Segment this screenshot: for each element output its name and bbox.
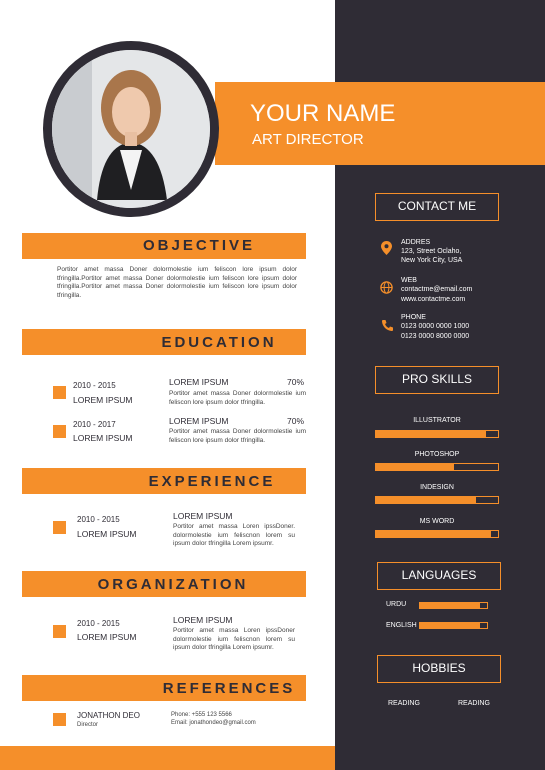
reference-bullet — [53, 713, 66, 726]
skill-name: MS WORD — [419, 518, 455, 525]
reference-email: Email: jonathondeo@gmail.com — [171, 720, 256, 726]
job-title: ART DIRECTOR — [252, 131, 364, 148]
skill-bar-fill — [376, 531, 491, 537]
hobby-item: READING — [458, 700, 490, 707]
footer-band — [0, 746, 335, 770]
skill-bar-fill — [376, 431, 486, 437]
experience-desc: Portitor amet massa Loren ipssDoner. dol… — [173, 523, 295, 547]
languages-heading: LANGUAGES — [377, 562, 501, 590]
skill-bar — [375, 496, 499, 504]
reference-role: Director — [77, 722, 99, 728]
skill-name: INDESIGN — [420, 484, 454, 491]
education-place: LOREM IPSUM — [73, 395, 133, 405]
education-percent: 70% — [287, 416, 305, 426]
organization-heading: ORGANIZATION — [97, 576, 249, 593]
phone-icon — [381, 319, 394, 337]
web-email: contactme@email.com — [401, 286, 473, 293]
language-bar-fill — [420, 603, 481, 608]
reference-phone: Phone: +555 123 5566 — [171, 712, 232, 718]
education-bullet — [53, 386, 66, 399]
education-bullet — [53, 425, 66, 438]
education-place: LOREM IPSUM — [73, 433, 133, 443]
education-desc: Portitor amet massa Doner dolormolestie … — [169, 390, 306, 406]
education-title: LOREM IPSUM — [169, 416, 229, 426]
language-name: ENGLISH — [386, 622, 417, 629]
profile-photo — [52, 50, 210, 208]
organization-desc: Portitor amet massa Loren ipssDoner dolo… — [173, 627, 295, 651]
address-line: New York City, USA — [401, 257, 463, 264]
organization-date: 2010 - 2015 — [77, 619, 120, 628]
education-percent: 70% — [287, 377, 305, 387]
location-pin-icon — [381, 241, 392, 260]
pro-skills-heading: PRO SKILLS — [375, 366, 499, 394]
education-date: 2010 - 2017 — [73, 420, 116, 429]
experience-heading: EXPERIENCE — [148, 473, 276, 490]
language-bar — [419, 622, 488, 629]
objective-text: Portitor amet massa Doner dolormolestie … — [57, 266, 297, 299]
organization-place: LOREM IPSUM — [77, 632, 137, 642]
contact-heading: CONTACT ME — [375, 193, 499, 221]
references-heading: REFERENCES — [162, 680, 296, 697]
education-title: LOREM IPSUM — [169, 377, 229, 387]
language-bar-fill — [420, 623, 481, 628]
language-bar — [419, 602, 488, 609]
phone-number: 0123 0000 8000 0000 — [401, 333, 470, 340]
experience-bullet — [53, 521, 66, 534]
globe-icon — [380, 281, 393, 299]
person-name: YOUR NAME — [250, 100, 396, 127]
experience-title: LOREM IPSUM — [173, 511, 233, 521]
skill-bar-fill — [376, 464, 455, 470]
education-heading: EDUCATION — [161, 334, 277, 351]
skill-name: PHOTOSHOP — [414, 451, 460, 458]
education-date: 2010 - 2015 — [73, 381, 116, 390]
organization-bullet — [53, 625, 66, 638]
skill-bar — [375, 530, 499, 538]
language-name: URDU — [386, 601, 407, 608]
skill-name: ILLUSTRATOR — [413, 417, 461, 424]
phone-number: 0123 0000 0000 1000 — [401, 323, 470, 330]
education-desc: Portitor amet massa Doner dolormolestie … — [169, 428, 306, 444]
organization-title: LOREM IPSUM — [173, 615, 233, 625]
hobby-item: READING — [388, 700, 420, 707]
objective-heading: OBJECTIVE — [142, 237, 256, 254]
hobbies-heading: HOBBIES — [377, 655, 501, 683]
reference-name: JONATHON DEO — [77, 711, 140, 720]
skill-bar-fill — [376, 497, 477, 503]
experience-date: 2010 - 2015 — [77, 515, 120, 524]
skill-bar — [375, 430, 499, 438]
experience-place: LOREM IPSUM — [77, 529, 137, 539]
skill-bar — [375, 463, 499, 471]
web-url: www.contactme.com — [401, 296, 466, 303]
